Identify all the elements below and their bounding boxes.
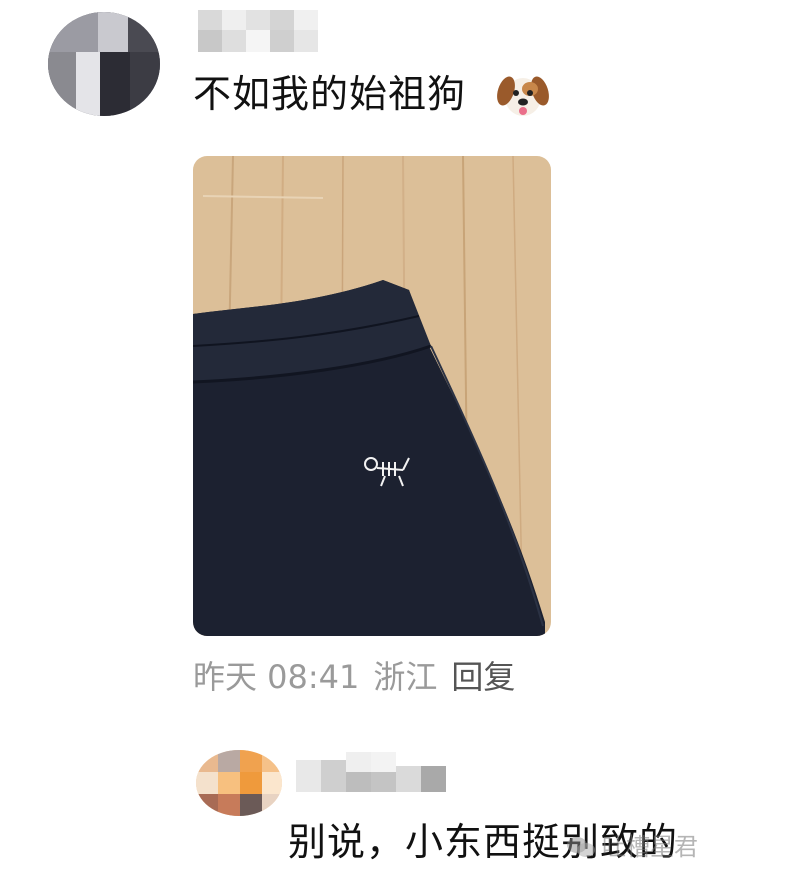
commenter-avatar[interactable] (48, 12, 160, 116)
comment-meta: 昨天 08:41 浙江 回复 (193, 655, 529, 699)
reply-button[interactable]: 回复 (451, 658, 515, 696)
dog-face-icon (497, 71, 549, 119)
wechat-icon (566, 835, 596, 859)
comment-text: 不如我的始祖狗 (193, 72, 467, 116)
comment-location: 浙江 (373, 658, 438, 696)
commenter-name-blurred[interactable] (198, 10, 318, 52)
commenter-name-blurred[interactable] (296, 752, 446, 792)
commenter-avatar[interactable] (196, 750, 282, 816)
watermark: 吐槽星君 (566, 832, 698, 862)
comment-photo-pants[interactable] (193, 156, 551, 636)
comment-time: 昨天 08:41 (193, 658, 360, 696)
watermark-text: 吐槽星君 (602, 833, 698, 861)
